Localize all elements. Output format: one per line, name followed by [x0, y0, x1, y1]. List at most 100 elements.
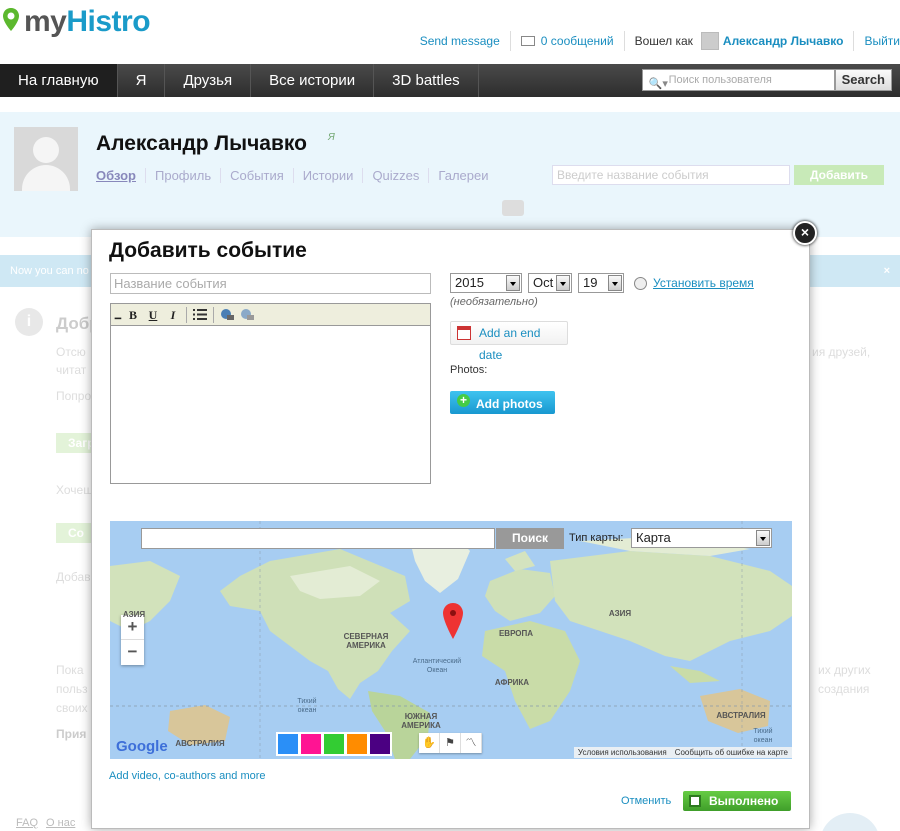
color-swatch-orange[interactable]: [347, 734, 367, 754]
add-event-modal: Добавить событие Название события ▁ B U …: [91, 229, 810, 829]
map-label-australia-left: АВСТРАЛИЯ: [175, 739, 225, 748]
profile-tabs: Обзор Профиль События Истории Quizzes Га…: [96, 168, 497, 183]
logo-histro: Histro: [66, 5, 151, 38]
map-pin-icon: [3, 8, 19, 31]
map-label-asia-right: АЗИЯ: [608, 609, 632, 618]
bg-text-6: Пока: [56, 663, 84, 677]
description-editor[interactable]: ▁ B U I: [110, 303, 431, 484]
nav-3d-battles[interactable]: 3D battles: [374, 64, 479, 97]
map-label-atlantic: Атлантический Океан: [412, 658, 462, 674]
polyline-icon[interactable]: 〽: [461, 733, 482, 753]
italic-button[interactable]: I: [163, 306, 183, 324]
nav-me[interactable]: Я: [118, 64, 166, 97]
link-icon[interactable]: [220, 308, 234, 321]
drawing-tools: ✋ ⚑ 〽: [419, 733, 482, 753]
add-photos-button[interactable]: + Add photos: [450, 391, 555, 414]
list-icon[interactable]: [193, 308, 207, 321]
event-add-button[interactable]: Добавить: [794, 165, 884, 185]
bold-button[interactable]: B: [123, 306, 143, 324]
calendar-icon: [457, 326, 471, 340]
terms-link[interactable]: Условия использования: [578, 748, 667, 757]
editor-toolbar: ▁ B U I: [111, 304, 430, 326]
logo[interactable]: myHistro: [2, 2, 151, 42]
profile-badge: Я: [328, 132, 335, 143]
cancel-link[interactable]: Отменить: [621, 795, 671, 807]
main-nav: На главную Я Друзья Все истории 3D battl…: [0, 64, 900, 97]
logged-in-label: Вошел как: [634, 34, 693, 48]
zoom-out-button[interactable]: −: [121, 640, 144, 665]
world-map: [110, 521, 792, 759]
add-video-link[interactable]: Add video, co-authors and more: [109, 770, 266, 782]
tab-stories[interactable]: Истории: [294, 168, 364, 183]
bg-text-5: Добав: [56, 570, 91, 584]
chevron-down-icon: [506, 275, 520, 291]
add-end-date-button[interactable]: Add an end date: [450, 321, 568, 362]
map-type-select[interactable]: Карта: [631, 528, 772, 548]
map-label-africa: АФРИКА: [494, 678, 530, 687]
tab-quizzes[interactable]: Quizzes: [363, 168, 430, 183]
map-label-pacific-left: Тихий океан: [297, 698, 317, 714]
month-select[interactable]: Oct: [528, 273, 572, 293]
map-type-label: Тип карты:: [569, 532, 624, 544]
unlink-icon[interactable]: [240, 308, 254, 321]
underline-button[interactable]: U: [143, 306, 163, 324]
bg-text-3: Попро: [56, 389, 92, 403]
messages-link[interactable]: 0 сообщений: [541, 34, 614, 48]
footer-faq-link[interactable]: FAQ: [16, 817, 38, 829]
hand-icon[interactable]: ✋: [419, 733, 440, 753]
logout-link[interactable]: Выйти: [864, 34, 900, 48]
tab-overview[interactable]: Обзор: [96, 168, 146, 183]
year-select[interactable]: 2015: [450, 273, 522, 293]
map-label-australia-right: АВСТРАЛИЯ: [716, 711, 766, 720]
color-swatch-blue[interactable]: [278, 734, 298, 754]
user-search-button[interactable]: Search: [834, 69, 892, 91]
camera-icon: [502, 200, 524, 216]
profile-name: Александр Лычавко: [96, 132, 307, 155]
bg-text-7-right: создания: [818, 682, 870, 696]
map-search-input[interactable]: [141, 528, 495, 549]
color-swatch-green[interactable]: [324, 734, 344, 754]
color-swatch-pink[interactable]: [301, 734, 321, 754]
map-marker-icon[interactable]: [443, 603, 463, 639]
done-button[interactable]: Выполнено: [683, 791, 791, 811]
zoom-control: + −: [121, 615, 144, 665]
bg-text-8: своих: [56, 701, 88, 715]
nav-home[interactable]: На главную: [0, 64, 118, 97]
resize-handle-icon[interactable]: ▁: [113, 306, 123, 324]
user-name-link[interactable]: Александр Лычавко: [723, 34, 844, 48]
photos-label: Photos:: [450, 364, 488, 376]
report-error-link[interactable]: Сообщить об ошибке на карте: [675, 748, 788, 757]
nav-friends[interactable]: Друзья: [165, 64, 252, 97]
google-logo[interactable]: Google: [116, 738, 168, 755]
close-icon[interactable]: ×: [793, 221, 817, 245]
day-select[interactable]: 19: [578, 273, 624, 293]
site-header: myHistro Send message 0 сообщений Вошел …: [0, 0, 900, 62]
color-swatch-purple[interactable]: [370, 734, 390, 754]
bg-text-2: читат: [56, 363, 87, 377]
tab-events[interactable]: События: [221, 168, 294, 183]
user-search-input[interactable]: 🔍▾ Поиск пользователя: [641, 69, 835, 91]
chevron-down-icon: [556, 275, 570, 291]
event-search-input[interactable]: Введите название события: [552, 165, 790, 185]
profile-avatar: [14, 127, 78, 191]
map-search-button[interactable]: Поиск: [496, 528, 564, 549]
set-time-link[interactable]: Установить время: [653, 276, 754, 290]
marker-tool-icon[interactable]: ⚑: [440, 733, 461, 753]
nav-all-stories[interactable]: Все истории: [251, 64, 375, 97]
tab-profile[interactable]: Профиль: [146, 168, 222, 183]
map-label-north-america: СЕВЕРНАЯ АМЕРИКА: [343, 632, 389, 650]
info-icon: i: [15, 308, 43, 336]
notice-close-icon[interactable]: ×: [884, 255, 890, 287]
map[interactable]: Поиск Тип карты: Карта + − АЗИЯ СЕВЕРНАЯ…: [110, 521, 792, 759]
footer-about-link[interactable]: О нас: [46, 817, 75, 829]
event-name-input[interactable]: Название события: [110, 273, 431, 294]
bg-text-4: Хочеш: [56, 483, 93, 497]
send-message-link[interactable]: Send message: [420, 34, 500, 48]
bg-button-2[interactable]: Со: [56, 523, 96, 543]
tab-galleries[interactable]: Галереи: [429, 168, 497, 183]
optional-note: (необязательно): [450, 296, 538, 308]
modal-title: Добавить событие: [109, 239, 307, 262]
logo-my: my: [24, 5, 67, 38]
notice-text: Now you can no: [10, 265, 89, 277]
envelope-icon: [520, 36, 535, 46]
